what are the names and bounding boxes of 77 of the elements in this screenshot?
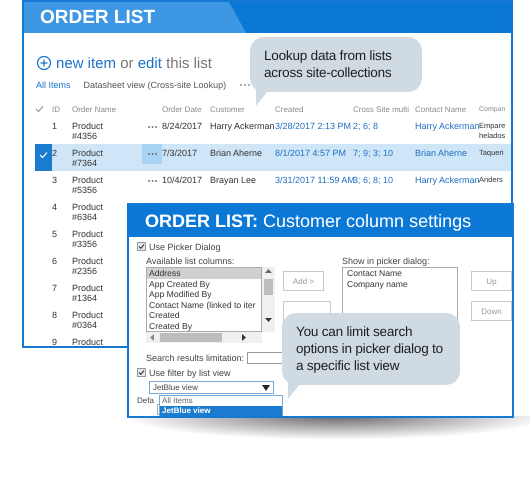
field-label: Show in picker dialog:: [342, 256, 431, 266]
column-header[interactable]: Order Date: [162, 105, 210, 115]
table-cell-text: Harry Ackerman: [415, 174, 479, 187]
table-cell-text: Brayan Lee: [210, 174, 258, 187]
more-icon: [146, 125, 158, 129]
scrollbar[interactable]: [262, 267, 275, 332]
row-checkbox[interactable]: [35, 144, 52, 171]
table-cell-text: 4: [52, 201, 58, 214]
table-cell-text: Harry Ackerman: [415, 120, 479, 132]
add-icon: [36, 55, 52, 71]
table-cell-text: 3: [52, 174, 58, 187]
table-cell-text: 8/1/2017 4:57 PM: [275, 147, 348, 160]
caret-icon: [262, 384, 270, 390]
new-item-link[interactable]: new item: [56, 54, 116, 72]
more-icon: [146, 152, 158, 156]
callout-tooltip: You can limit search options in picker dialog to a specific list view: [282, 313, 460, 399]
table-cell-text: Brian Aherne: [210, 147, 264, 160]
table-cell-text: 10/4/2017: [162, 174, 204, 187]
table-cell-text: Product #3356: [72, 228, 104, 251]
table-cell-text: 8/24/2017: [162, 120, 204, 133]
table-cell-text: Product #6364: [72, 201, 104, 224]
table-cell-text: 3/31/2017 11:59 AM: [275, 174, 353, 187]
field-label: Available list columns:: [146, 256, 236, 266]
callout-tail: [286, 383, 302, 399]
view-tab[interactable]: All Items: [36, 80, 71, 90]
callout-tail: [254, 90, 270, 106]
edit-link[interactable]: edit: [138, 54, 162, 72]
check-icon: [35, 104, 44, 112]
column-header[interactable]: Order Name: [72, 105, 142, 115]
checkbox-label: Use filter by list view: [149, 368, 231, 378]
callout-tooltip: Lookup data from lists across site-collections: [250, 37, 422, 106]
more-icon: [146, 179, 158, 183]
table-cell-text: Brian Aherne: [415, 147, 468, 160]
list-item[interactable]: Created By: [147, 320, 261, 331]
table-cell-text: Product #1364: [72, 282, 104, 305]
table-cell-text: 6: [52, 255, 58, 268]
list-item[interactable]: App Modified By: [147, 289, 261, 300]
table-cell-text: 2: [52, 147, 58, 160]
new-item-text: new item or edit this list: [56, 54, 212, 72]
table-cell-text: 7; 9; 3; 10: [353, 147, 394, 160]
dropdown-option[interactable]: All Items: [160, 396, 282, 406]
window-title: ORDER LIST: [40, 6, 156, 28]
table-cell-text: 5: [52, 228, 58, 241]
list-item[interactable]: App Created By: [147, 278, 261, 289]
list-item[interactable]: Contact Name: [345, 268, 457, 278]
list-item[interactable]: Created: [147, 310, 261, 320]
more-icon: [239, 82, 252, 88]
table-cell-text: Product #2356: [72, 255, 104, 278]
table-cell-text: 9: [52, 336, 58, 346]
list-item[interactable]: Address: [147, 268, 261, 278]
view-tab[interactable]: Datasheet view (Cross-site Lookup): [84, 80, 226, 90]
table-cell-text: Harry Ackerman: [210, 120, 275, 133]
list-box[interactable]: Address App Created By App Modified By Contact Name (linked to iter Created Created By: [146, 267, 262, 332]
table-cell-text: 8: [52, 309, 58, 322]
table-cell-text: Product #5356: [72, 174, 104, 197]
table-cell-text: Product #7364: [72, 147, 104, 170]
checkbox-label: Use Picker Dialog: [149, 242, 221, 252]
list-item[interactable]: Company name: [345, 278, 457, 289]
field-label: Defa: [137, 396, 154, 405]
table-cell-text: 3/28/2017 2:13 PM: [275, 120, 352, 133]
table-cell-text: 7: [52, 282, 58, 295]
view-dropdown[interactable]: JetBlue view: [149, 381, 274, 394]
table-cell-text: 1: [52, 120, 58, 133]
table-cell-text: 2; 6; 8: [353, 120, 380, 133]
table-cell-text: Product #0364: [72, 309, 104, 332]
dropdown-option[interactable]: JetBlue view: [160, 406, 282, 416]
list-item[interactable]: Contact Name (linked to iter: [147, 300, 261, 310]
dialog-title: ORDER LIST: Customer column settings: [145, 210, 472, 232]
column-header[interactable]: Cross Site multi: [353, 105, 415, 115]
field-label: Search results limitation:: [146, 352, 244, 362]
table-cell-text: Product #4356: [72, 120, 104, 143]
column-header[interactable]: Contact Name: [415, 105, 479, 115]
table-cell-text: 7/3/2017: [162, 147, 198, 160]
checkbox[interactable]: [137, 368, 146, 377]
checkbox[interactable]: [137, 242, 146, 251]
check-icon: [39, 151, 48, 159]
table-cell-text: Product: [72, 336, 104, 346]
